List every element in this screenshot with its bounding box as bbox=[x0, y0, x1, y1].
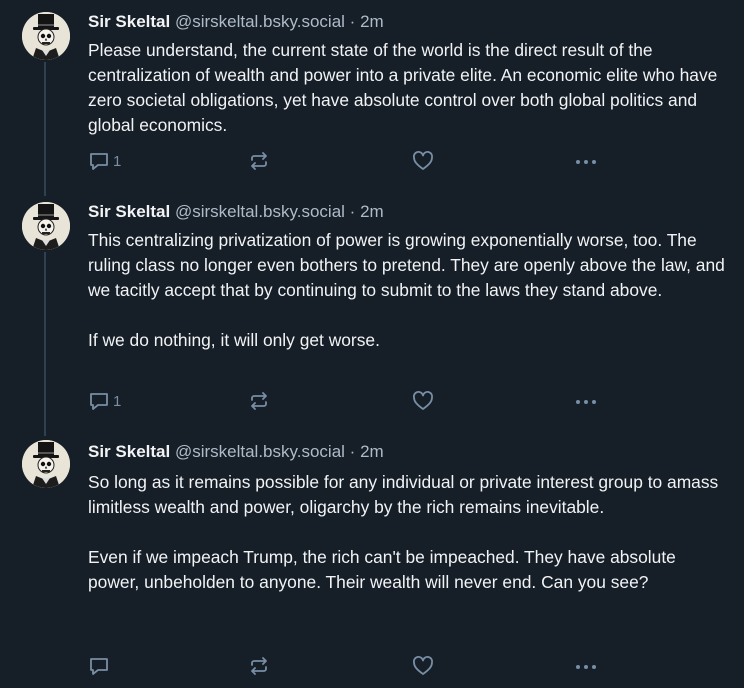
skeleton-top-hat-avatar-icon bbox=[22, 202, 70, 250]
more-options-button[interactable] bbox=[574, 655, 598, 677]
post-text: This centralizing privatization of power… bbox=[88, 228, 728, 353]
skeleton-top-hat-avatar-icon bbox=[22, 12, 70, 60]
reply-button[interactable]: 1 bbox=[88, 150, 121, 172]
reply-button[interactable] bbox=[88, 655, 113, 677]
like-icon bbox=[413, 656, 433, 675]
separator-dot: · bbox=[349, 442, 356, 461]
separator-dot: · bbox=[349, 202, 356, 221]
avatar[interactable] bbox=[22, 12, 70, 60]
repost-icon bbox=[251, 657, 267, 675]
reply-count: 1 bbox=[113, 392, 122, 410]
reply-button[interactable]: 1 bbox=[88, 390, 121, 412]
more-options-icon bbox=[576, 400, 596, 404]
more-options-icon bbox=[576, 160, 596, 164]
post-paragraph: So long as it remains possible for any i… bbox=[88, 472, 719, 517]
post-text: So long as it remains possible for any i… bbox=[88, 470, 728, 595]
post-paragraph: This centralizing privatization of power… bbox=[88, 230, 725, 300]
author-name[interactable]: Sir Skeltal bbox=[88, 202, 170, 221]
reply-count: 1 bbox=[113, 152, 122, 170]
author-handle[interactable]: @sirskeltal.bsky.social bbox=[175, 202, 345, 221]
like-icon bbox=[413, 151, 433, 170]
author-name[interactable]: Sir Skeltal bbox=[88, 442, 170, 461]
repost-button[interactable] bbox=[248, 390, 270, 412]
like-button[interactable] bbox=[412, 655, 434, 677]
reply-icon bbox=[90, 658, 108, 675]
reply-icon bbox=[90, 393, 108, 410]
repost-icon bbox=[251, 152, 267, 170]
repost-button[interactable] bbox=[248, 655, 270, 677]
more-options-icon bbox=[576, 665, 596, 669]
repost-icon bbox=[251, 392, 267, 410]
skeleton-top-hat-avatar-icon bbox=[22, 440, 70, 488]
more-options-button[interactable] bbox=[574, 150, 598, 172]
avatar[interactable] bbox=[22, 202, 70, 250]
post-actions: 1 bbox=[88, 150, 608, 172]
post-timestamp[interactable]: 2m bbox=[360, 12, 384, 31]
post-actions: 1 bbox=[88, 390, 608, 412]
post-header: Sir Skeltal @sirskeltal.bsky.social · 2m bbox=[88, 11, 384, 33]
post-timestamp[interactable]: 2m bbox=[360, 202, 384, 221]
like-button[interactable] bbox=[412, 150, 434, 172]
author-handle[interactable]: @sirskeltal.bsky.social bbox=[175, 442, 345, 461]
reply-icon bbox=[90, 153, 108, 170]
post-paragraph: Please understand, the current state of … bbox=[88, 40, 718, 135]
repost-button[interactable] bbox=[248, 150, 270, 172]
post[interactable]: Sir Skeltal @sirskeltal.bsky.social · 2m… bbox=[0, 190, 744, 430]
post[interactable]: Sir Skeltal @sirskeltal.bsky.social · 2m… bbox=[0, 430, 744, 688]
post[interactable]: Sir Skeltal @sirskeltal.bsky.social · 2m… bbox=[0, 0, 744, 190]
avatar[interactable] bbox=[22, 440, 70, 488]
post-header: Sir Skeltal @sirskeltal.bsky.social · 2m bbox=[88, 201, 384, 223]
post-timestamp[interactable]: 2m bbox=[360, 442, 384, 461]
post-text: Please understand, the current state of … bbox=[88, 38, 728, 138]
post-actions bbox=[88, 655, 608, 677]
separator-dot: · bbox=[349, 12, 356, 31]
author-handle[interactable]: @sirskeltal.bsky.social bbox=[175, 12, 345, 31]
post-paragraph: Even if we impeach Trump, the rich can't… bbox=[88, 547, 676, 592]
like-button[interactable] bbox=[412, 390, 434, 412]
post-paragraph: If we do nothing, it will only get worse… bbox=[88, 330, 380, 350]
author-name[interactable]: Sir Skeltal bbox=[88, 12, 170, 31]
post-header: Sir Skeltal @sirskeltal.bsky.social · 2m bbox=[88, 441, 384, 463]
more-options-button[interactable] bbox=[574, 390, 598, 412]
like-icon bbox=[413, 391, 433, 410]
